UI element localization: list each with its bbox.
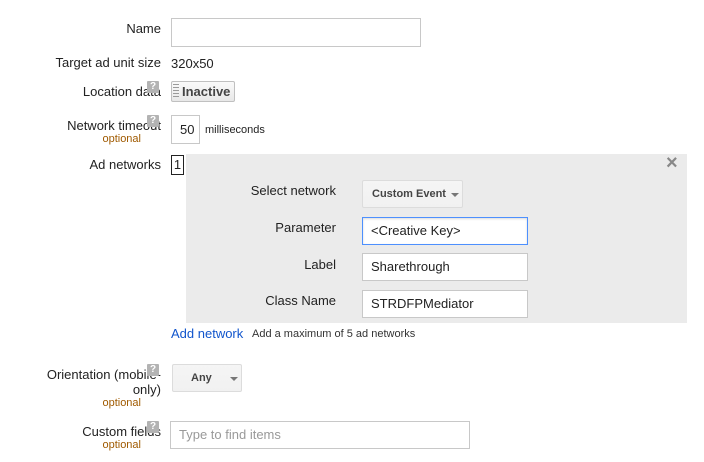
custom-fields-optional: optional <box>102 439 141 451</box>
orientation-label-line2: only) <box>132 382 161 397</box>
label-input[interactable]: Sharethrough <box>362 253 528 281</box>
select-network-dropdown[interactable]: Custom Event <box>362 180 463 208</box>
location-toggle-label: Inactive <box>182 84 231 99</box>
timeout-optional: optional <box>102 133 141 145</box>
help-icon[interactable]: ? <box>147 115 159 127</box>
help-icon[interactable]: ? <box>147 421 159 433</box>
chevron-down-icon <box>451 193 459 197</box>
parameter-label: Parameter <box>275 220 336 235</box>
ad-network-count-tab[interactable]: 1 <box>171 155 184 175</box>
parameter-input[interactable]: <Creative Key> <box>362 217 528 245</box>
timeout-input[interactable]: 50 <box>171 115 200 144</box>
ad-network-panel: × Select network Custom Event Parameter … <box>186 152 687 323</box>
select-network-value: Custom Event <box>372 188 446 200</box>
name-label: Name <box>126 21 161 36</box>
class-name-label: Class Name <box>265 293 336 308</box>
max-networks-note: Add a maximum of 5 ad networks <box>252 328 416 340</box>
help-icon[interactable]: ? <box>147 81 159 93</box>
ad-networks-label: Ad networks <box>89 157 161 172</box>
close-icon[interactable]: × <box>666 152 678 175</box>
orientation-dropdown[interactable]: Any <box>172 364 242 392</box>
select-network-label: Select network <box>250 183 336 198</box>
label-field-label: Label <box>304 257 336 272</box>
chevron-down-icon <box>230 377 238 381</box>
custom-fields-input[interactable]: Type to find items <box>170 421 470 449</box>
class-name-input[interactable]: STRDFPMediator <box>362 290 528 318</box>
orientation-value: Any <box>191 372 212 384</box>
add-network-link[interactable]: Add network <box>171 326 243 341</box>
orientation-label-line1: Orientation (mobile- <box>46 367 161 382</box>
orientation-optional: optional <box>102 397 141 409</box>
timeout-unit: milliseconds <box>205 124 265 136</box>
name-input[interactable] <box>171 18 421 47</box>
target-size-label: Target ad unit size <box>55 55 161 70</box>
help-icon[interactable]: ? <box>147 364 159 376</box>
location-toggle[interactable]: Inactive <box>171 81 235 102</box>
grip-icon <box>173 84 179 99</box>
target-size-value: 320x50 <box>171 56 214 71</box>
